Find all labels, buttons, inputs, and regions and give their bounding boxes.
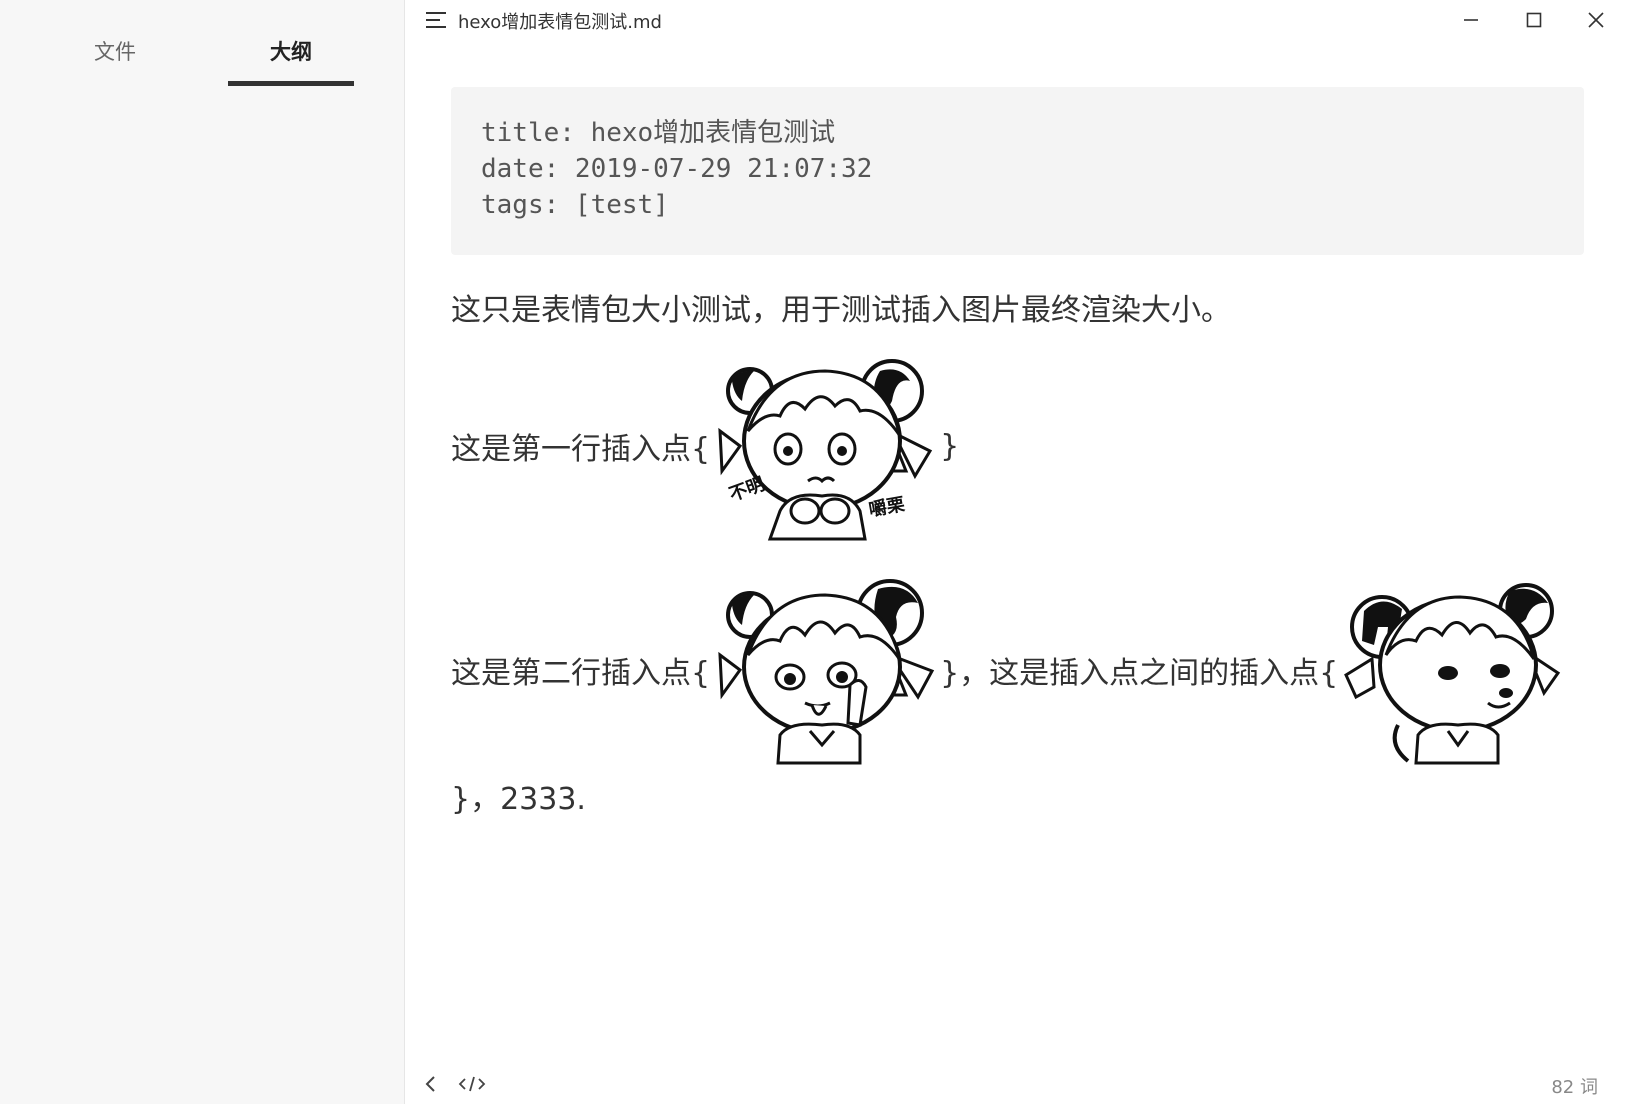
sticker-caption-left: 不明 [727,474,768,506]
row1-text-after: } [940,428,960,464]
close-button[interactable] [1571,0,1621,40]
toggle-sidebar-button[interactable] [417,1071,447,1097]
sidebar: 文件 大纲 [0,0,405,1104]
tab-files[interactable]: 文件 [52,36,178,88]
sidebar-tabs: 文件 大纲 [0,0,405,90]
sticker-caption-right: 嚼栗 [867,493,906,521]
sticker-image-3[interactable] [1338,575,1568,765]
front-matter-date: date: 2019-07-29 21:07:32 [481,154,873,184]
menu-icon[interactable] [424,9,448,31]
minimize-icon [1464,19,1478,21]
sticker-image-1[interactable]: 不明 嚼栗 [710,351,940,541]
status-bar: 82 词 [405,1064,1626,1104]
paragraph-last: }，2333. [451,782,586,817]
word-count[interactable]: 82 词 [1551,1073,1598,1099]
paragraph-row-2: 这是第二行插入点{}，这是插入点之间的插入点{ [451,575,1568,765]
front-matter-title: title: hexo增加表情包测试 [481,118,836,148]
maximize-button[interactable] [1509,0,1559,40]
source-mode-button[interactable] [457,1071,487,1097]
maximize-icon [1526,12,1542,28]
row2-text-middle: }，这是插入点之间的插入点{ [940,656,1339,691]
row2-text-before: 这是第二行插入点{ [451,656,711,691]
code-icon [458,1076,486,1092]
close-icon [1588,12,1604,28]
minimize-button[interactable] [1446,0,1496,40]
document-title: hexo增加表情包测试.md [458,12,662,33]
titlebar: hexo增加表情包测试.md [405,0,1626,40]
chevron-left-icon [425,1076,435,1092]
app-window: 文件 大纲 hexo增加表情包测试.md title: hexo增加表情包测试 … [0,0,1626,1104]
front-matter-block[interactable]: title: hexo增加表情包测试 date: 2019-07-29 21:0… [451,87,1584,255]
paragraph-intro: 这只是表情包大小测试，用于测试插入图片最终渲染大小。 [451,293,1231,328]
row1-text-before: 这是第一行插入点{ [451,432,711,467]
sticker-image-2[interactable] [710,575,940,765]
editor-content[interactable]: title: hexo增加表情包测试 date: 2019-07-29 21:0… [451,87,1584,817]
active-tab-indicator [228,81,354,86]
paragraph-row-1: 这是第一行插入点{不明 嚼栗} [451,351,959,541]
front-matter-tags: tags: [test] [481,190,669,220]
